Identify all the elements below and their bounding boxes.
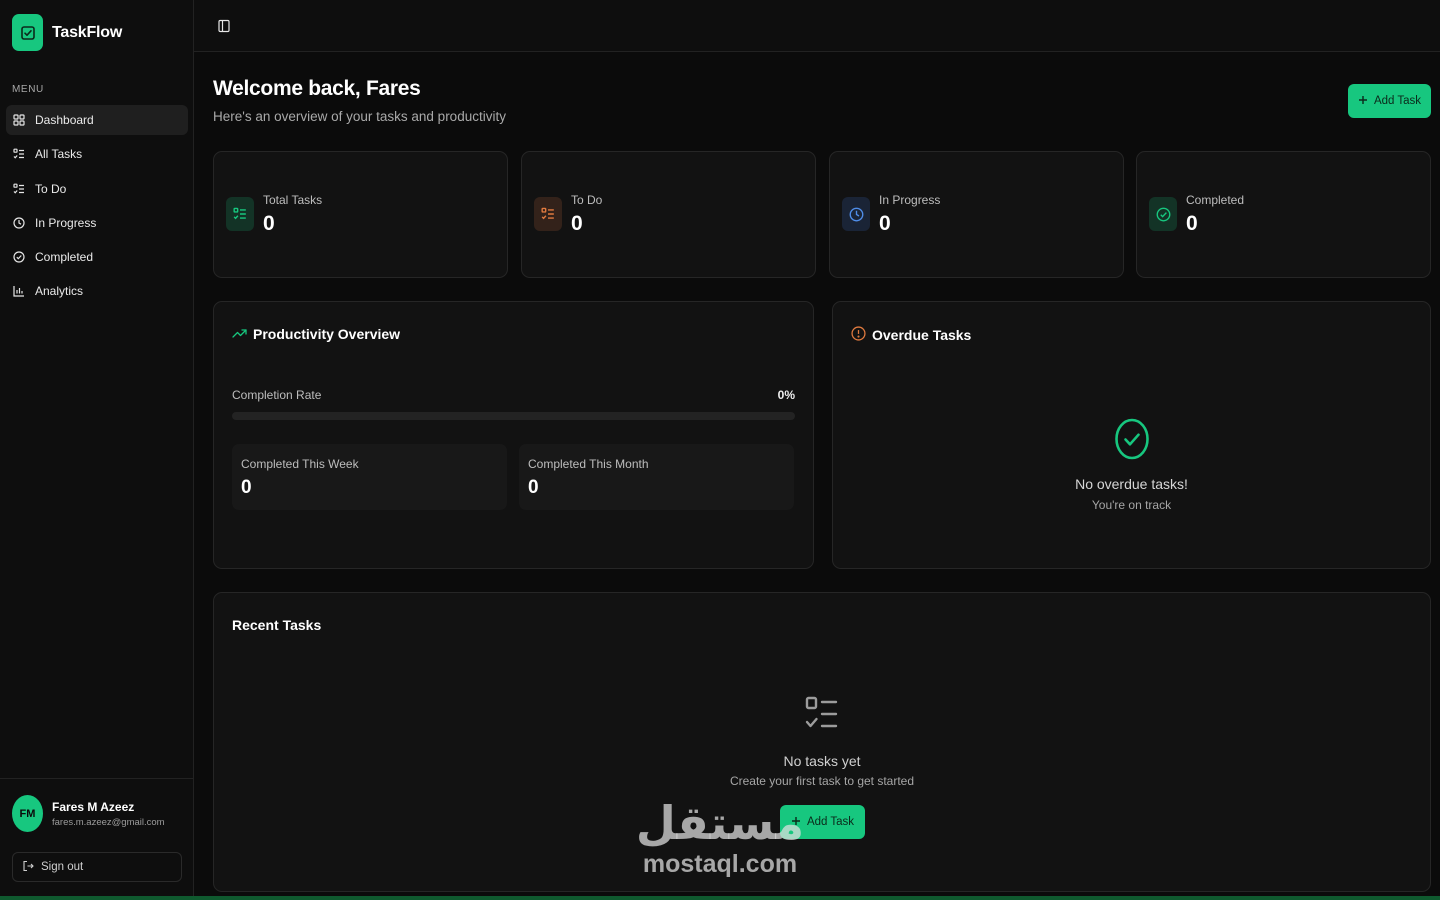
user-email: fares.m.azeez@gmail.com bbox=[52, 816, 165, 828]
overdue-tasks-card: Overdue Tasks No overdue tasks! You're o… bbox=[832, 301, 1431, 569]
completion-progress-bar bbox=[232, 412, 795, 420]
overdue-title-text: Overdue Tasks bbox=[872, 327, 972, 343]
sidebar-item-dashboard[interactable]: Dashboard bbox=[6, 105, 188, 135]
app-name: TaskFlow bbox=[52, 23, 123, 41]
add-task-label: Add Task bbox=[1373, 95, 1422, 107]
week-label: Completed This Week bbox=[241, 457, 359, 471]
completed-this-month-panel: Completed This Month 0 bbox=[519, 444, 794, 510]
sidebar-item-completed[interactable]: Completed bbox=[6, 242, 188, 272]
bar-chart-icon bbox=[12, 284, 26, 298]
sidebar-item-to-do[interactable]: To Do bbox=[6, 174, 188, 204]
week-value: 0 bbox=[241, 477, 252, 498]
alert-circle-icon bbox=[851, 326, 866, 344]
list-checks-icon bbox=[12, 147, 26, 161]
stat-value: 0 bbox=[879, 212, 891, 235]
topbar bbox=[194, 0, 1440, 52]
avatar: FM bbox=[12, 795, 43, 832]
list-checks-icon bbox=[12, 182, 26, 196]
recent-tasks-title: Recent Tasks bbox=[232, 617, 322, 633]
page-title: Welcome back, Fares bbox=[213, 77, 421, 100]
taskflow-logo-icon bbox=[12, 14, 43, 51]
add-first-task-button[interactable]: Add Task bbox=[780, 805, 865, 839]
recent-tasks-card: Recent Tasks No tasks yet Create your fi… bbox=[213, 592, 1431, 892]
check-circle-icon bbox=[833, 417, 1430, 466]
sign-out-label: Sign out bbox=[41, 861, 84, 873]
stat-value: 0 bbox=[571, 212, 583, 235]
sidebar-footer: FM Fares M Azeez fares.m.azeez@gmail.com… bbox=[0, 778, 194, 900]
sidebar-nav: Dashboard All Tasks To Do In Progress Co… bbox=[6, 105, 188, 311]
plus-icon bbox=[1358, 95, 1368, 108]
list-checks-icon bbox=[534, 197, 562, 231]
list-checks-icon bbox=[214, 695, 1430, 738]
productivity-overview-card: Productivity Overview Completion Rate 0%… bbox=[213, 301, 814, 569]
no-tasks-subtitle: Create your first task to get started bbox=[729, 774, 915, 788]
stat-card-to-do: To Do 0 bbox=[521, 151, 816, 278]
stat-card-completed: Completed 0 bbox=[1136, 151, 1431, 278]
no-overdue-subtitle: You're on track bbox=[1091, 498, 1172, 512]
month-value: 0 bbox=[528, 477, 539, 498]
menu-label: MENU bbox=[12, 84, 44, 95]
sign-out-button[interactable]: Sign out bbox=[12, 852, 182, 882]
sidebar-item-in-progress[interactable]: In Progress bbox=[6, 208, 188, 238]
stat-card-in-progress: In Progress 0 bbox=[829, 151, 1124, 278]
page-subtitle: Here's an overview of your tasks and pro… bbox=[213, 109, 506, 124]
bottom-accent-line bbox=[0, 896, 1440, 900]
no-overdue-title: No overdue tasks! bbox=[1075, 476, 1188, 492]
sidebar-item-all-tasks[interactable]: All Tasks bbox=[6, 139, 188, 169]
completion-rate-value: 0% bbox=[777, 388, 795, 402]
overdue-title: Overdue Tasks bbox=[851, 326, 971, 344]
plus-icon bbox=[791, 816, 801, 829]
sidebar-item-label: To Do bbox=[35, 181, 67, 196]
sidebar-item-analytics[interactable]: Analytics bbox=[6, 276, 188, 306]
stat-value: 0 bbox=[263, 212, 275, 235]
stat-label: Total Tasks bbox=[263, 193, 323, 207]
check-circle-icon bbox=[12, 250, 26, 264]
clock-icon bbox=[842, 197, 870, 231]
main-content: Welcome back, Fares Here's an overview o… bbox=[194, 52, 1440, 900]
productivity-title-text: Productivity Overview bbox=[253, 326, 401, 342]
brand[interactable]: TaskFlow bbox=[12, 14, 122, 51]
clock-icon bbox=[12, 216, 26, 230]
stat-value: 0 bbox=[1186, 212, 1198, 235]
sidebar-item-label: All Tasks bbox=[35, 147, 83, 162]
sidebar-toggle-icon[interactable] bbox=[218, 19, 230, 33]
sidebar-item-label: Analytics bbox=[35, 284, 84, 299]
sidebar: TaskFlow MENU Dashboard All Tasks To Do bbox=[0, 0, 194, 900]
add-task-button[interactable]: Add Task bbox=[1348, 84, 1431, 118]
stat-label: To Do bbox=[571, 193, 603, 207]
trending-up-icon bbox=[232, 326, 247, 342]
user-name: Fares M Azeez bbox=[52, 799, 135, 814]
stat-card-total-tasks: Total Tasks 0 bbox=[213, 151, 508, 278]
no-tasks-title: No tasks yet bbox=[783, 753, 861, 769]
sidebar-item-label: Completed bbox=[35, 250, 94, 265]
completion-rate-label: Completion Rate bbox=[232, 388, 322, 402]
stat-label: Completed bbox=[1186, 193, 1245, 207]
layout-grid-icon bbox=[12, 113, 26, 127]
productivity-title: Productivity Overview bbox=[232, 326, 400, 342]
sidebar-item-label: In Progress bbox=[35, 215, 97, 230]
check-circle-icon bbox=[1149, 197, 1177, 231]
month-label: Completed This Month bbox=[528, 457, 649, 471]
log-out-icon bbox=[22, 860, 34, 875]
completed-this-week-panel: Completed This Week 0 bbox=[232, 444, 507, 510]
user-profile[interactable]: FM Fares M Azeez fares.m.azeez@gmail.com bbox=[12, 795, 165, 832]
stat-label: In Progress bbox=[879, 193, 941, 207]
sidebar-item-label: Dashboard bbox=[35, 113, 94, 127]
add-task-label: Add Task bbox=[806, 816, 855, 828]
list-checks-icon bbox=[226, 197, 254, 231]
